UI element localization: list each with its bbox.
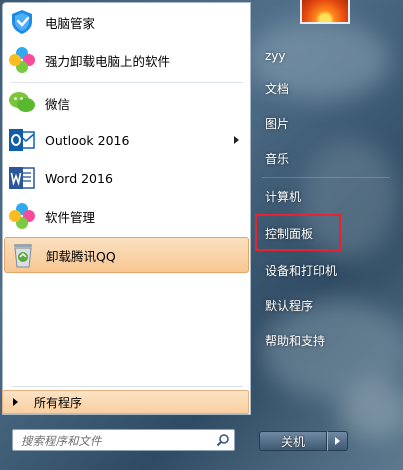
right-item-computer[interactable]: 计算机 [258,183,342,209]
right-item-label: 计算机 [265,189,302,204]
program-item-wechat[interactable]: 微信 [4,85,249,121]
right-item-devices-printers[interactable]: 设备和打印机 [258,257,342,283]
all-programs-button[interactable]: 所有程序 [2,390,249,414]
right-item-label: 音乐 [265,151,290,166]
program-item-pc-manager[interactable]: 电脑管家 [4,4,249,40]
right-item-user[interactable]: zyy [258,43,342,69]
right-item-label: 设备和打印机 [265,263,338,278]
program-item-uninstaller[interactable]: 强力卸载电脑上的软件 [4,42,249,78]
user-avatar[interactable] [300,0,350,24]
word-icon [8,164,36,192]
chevron-right-icon [335,437,340,445]
divider [262,177,390,178]
right-item-music[interactable]: 音乐 [258,145,342,171]
tencent-pc-manager-icon [8,8,36,36]
program-item-outlook[interactable]: Outlook 2016 [4,122,249,158]
search-icon[interactable] [216,433,230,447]
program-item-word[interactable]: Word 2016 [4,160,249,196]
shutdown-button[interactable]: 关机 [259,431,327,451]
start-menu-screen: { "programs": [ {"label": "电脑管家", "icon"… [0,0,403,470]
right-item-help-support[interactable]: 帮助和支持 [258,327,342,353]
right-item-pictures[interactable]: 图片 [258,110,342,136]
right-item-label: 文档 [265,81,290,96]
pinned-programs-panel: 电脑管家 强力卸载电脑上的软件 微信 Outlook 2016 Word 201… [2,2,251,415]
all-programs-label: 所有程序 [34,395,83,410]
right-item-label: zyy [265,49,286,63]
expand-arrow-icon [13,398,18,406]
uninstall-clover-icon [8,46,36,74]
shutdown-label: 关机 [280,434,305,449]
program-label: Word 2016 [45,170,113,186]
submenu-arrow-icon[interactable] [234,136,239,144]
right-item-label: 帮助和支持 [265,333,326,348]
program-label: 强力卸载电脑上的软件 [45,53,171,69]
program-label: 电脑管家 [45,15,96,31]
background-blur [340,380,403,440]
divider [11,386,243,387]
program-label: 软件管理 [45,209,96,225]
right-item-label: 默认程序 [265,298,314,313]
divider [11,82,243,83]
right-item-default-programs[interactable]: 默认程序 [258,292,342,318]
program-item-software-manager[interactable]: 软件管理 [4,198,249,234]
program-label: 卸载腾讯QQ [46,248,116,264]
shutdown-options-button[interactable] [327,431,348,451]
program-item-uninstall-qq[interactable]: 卸载腾讯QQ [4,237,249,273]
recycle-bin-icon [9,241,37,269]
outlook-icon [8,126,36,154]
software-manager-clover-icon [8,202,36,230]
right-item-documents[interactable]: 文档 [258,75,342,101]
search-box[interactable] [12,429,235,451]
search-input[interactable] [19,431,209,451]
control-panel-highlight [255,214,341,251]
right-item-label: 图片 [265,116,290,131]
program-label: Outlook 2016 [45,132,130,148]
wechat-icon [8,89,36,117]
program-label: 微信 [45,96,71,112]
